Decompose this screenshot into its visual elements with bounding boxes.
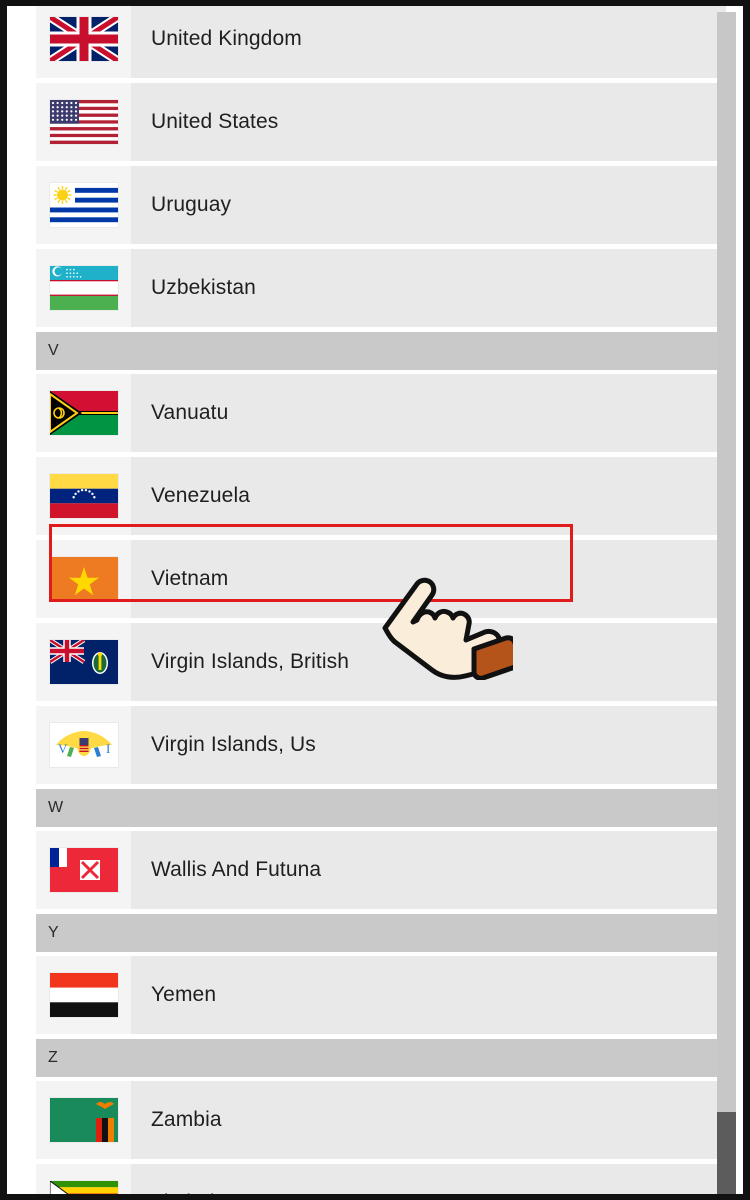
country-row[interactable]: Wallis And Futuna (36, 831, 726, 909)
flag-vg-icon (49, 640, 118, 684)
flag-cell (36, 956, 131, 1034)
flag-cell (36, 457, 131, 535)
country-row[interactable]: Vietnam (36, 540, 726, 618)
country-name: Yemen (151, 983, 217, 1006)
flag-vn-icon (49, 557, 118, 601)
vertical-scrollbar[interactable] (717, 12, 736, 1194)
section-header-z: Z (36, 1039, 726, 1077)
country-name: United Kingdom (151, 27, 302, 50)
country-row[interactable]: Yemen (36, 956, 726, 1034)
flag-cell (36, 83, 131, 161)
country-row[interactable]: Virgin Islands, British (36, 623, 726, 701)
svg-text:V: V (58, 741, 68, 756)
country-name: Uzbekistan (151, 276, 256, 299)
flag-ye-icon (49, 973, 118, 1017)
country-name: Uruguay (151, 193, 232, 216)
flag-cell (36, 1081, 131, 1159)
flag-zm-icon (49, 1098, 118, 1142)
country-row[interactable]: Vanuatu (36, 374, 726, 452)
country-row[interactable]: Uruguay (36, 166, 726, 244)
flag-cell (36, 6, 131, 78)
svg-text:I: I (106, 741, 110, 756)
country-row[interactable]: Zambia (36, 1081, 726, 1159)
country-name: Virgin Islands, Us (151, 733, 316, 756)
flag-vu-icon (49, 391, 118, 435)
flag-gb-icon (49, 17, 118, 61)
flag-cell: V I (36, 706, 131, 784)
country-name: Zimbabwe (131, 1164, 726, 1194)
flag-cell (36, 374, 131, 452)
country-row[interactable]: Uzbekistan (36, 249, 726, 327)
flag-zw-icon (49, 1181, 118, 1194)
flag-uy-icon (49, 183, 118, 227)
country-list[interactable]: United Kingdom United States Uruguay Uzbek… (36, 6, 726, 1194)
country-name: Zambia (151, 1108, 222, 1131)
flag-cell (36, 1164, 131, 1194)
flag-wf-icon (49, 848, 118, 892)
country-name: United States (151, 110, 279, 133)
flag-vi-icon: V I (49, 723, 118, 767)
country-name: Venezuela (151, 484, 250, 507)
flag-cell (36, 249, 131, 327)
section-header-y: Y (36, 914, 726, 952)
flag-us-icon (49, 100, 118, 144)
flag-cell (36, 623, 131, 701)
country-row[interactable]: Zimbabwe (36, 1164, 726, 1194)
section-header-w: W (36, 789, 726, 827)
scrollbar-thumb[interactable] (717, 1112, 736, 1194)
flag-ve-icon (49, 474, 118, 518)
app-window: United Kingdom United States Uruguay Uzbek… (0, 0, 750, 1200)
flag-cell (36, 831, 131, 909)
section-header-v: V (36, 332, 726, 370)
country-row[interactable]: V I Virgin Islands, Us (36, 706, 726, 784)
country-name: Wallis And Futuna (151, 858, 322, 881)
country-row[interactable]: Venezuela (36, 457, 726, 535)
flag-cell (36, 540, 131, 618)
country-name: Vietnam (151, 567, 229, 590)
flag-cell (36, 166, 131, 244)
country-row[interactable]: United Kingdom (36, 6, 726, 78)
flag-uz-icon (49, 266, 118, 310)
country-name: Virgin Islands, British (151, 650, 349, 673)
country-row[interactable]: United States (36, 83, 726, 161)
country-name: Vanuatu (151, 401, 229, 424)
country-list-viewport[interactable]: United Kingdom United States Uruguay Uzbek… (36, 6, 726, 1194)
